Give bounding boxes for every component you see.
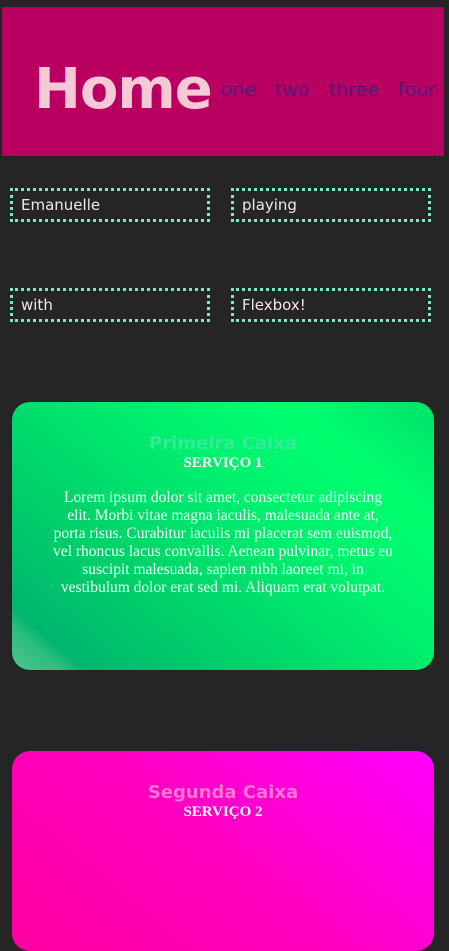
card-title: Segunda Caixa	[147, 782, 299, 803]
card-subtitle: SERVIÇO 2	[183, 804, 263, 820]
card-subtitle: SERVIÇO 1	[183, 455, 263, 471]
card-body-text: Lorem ipsum dolor sit amet, consectetur …	[53, 489, 393, 596]
flex-tag-with: with	[10, 288, 210, 322]
nav-link-one[interactable]: one	[221, 77, 256, 103]
nav-link-four[interactable]: four	[398, 77, 436, 103]
service-card-2: Segunda Caixa SERVIÇO 2	[12, 751, 434, 951]
flex-tag-flexbox: Flexbox!	[231, 288, 431, 322]
page-title: Home	[34, 57, 213, 122]
flex-tag-playing: playing	[231, 188, 431, 222]
flex-tag-emanuelle: Emanuelle	[10, 188, 210, 222]
nav-link-three[interactable]: three	[329, 77, 379, 103]
card-title: Primeira Caixa	[149, 433, 297, 454]
service-card-1: Primeira Caixa SERVIÇO 1 Lorem ipsum dol…	[12, 402, 434, 670]
nav-link-two[interactable]: two	[275, 77, 310, 103]
header: Home one two three four	[2, 7, 444, 156]
